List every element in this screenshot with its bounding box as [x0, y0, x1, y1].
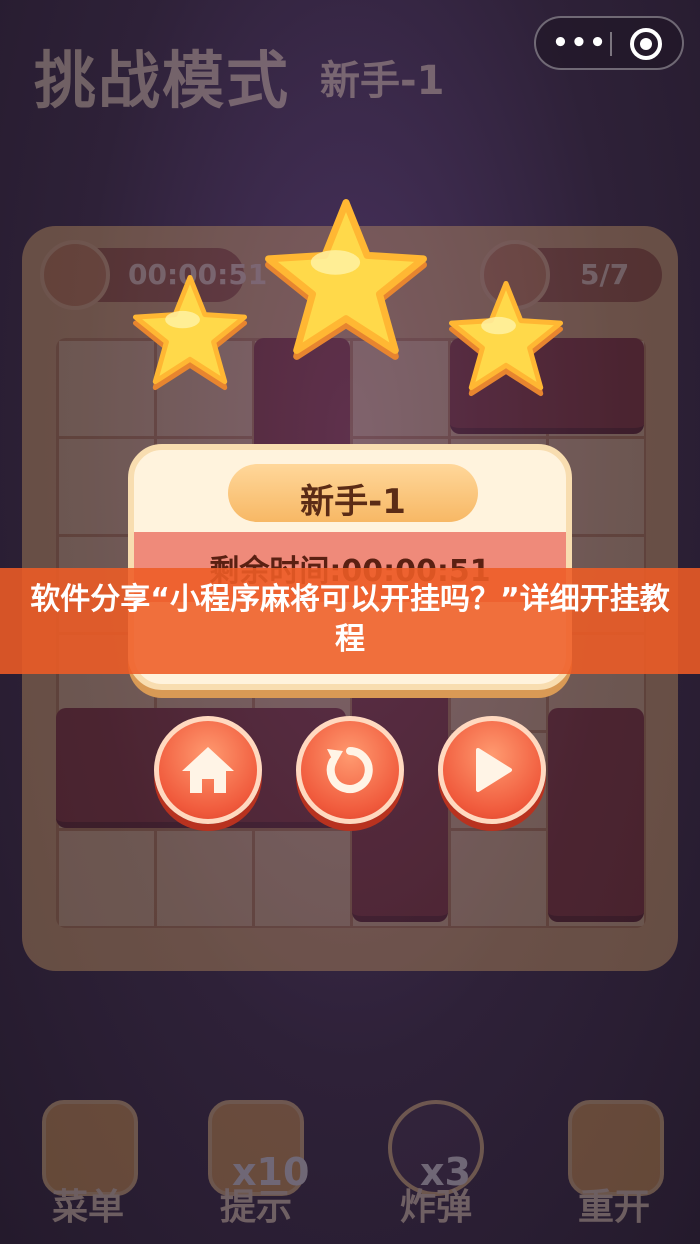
menu-tool-label: 菜单	[52, 1187, 125, 1228]
caption-banner: 软件分享“小程序麻将可以开挂吗？”详细开挂教程	[0, 568, 700, 674]
play-icon	[476, 748, 512, 792]
close-target-icon[interactable]	[630, 28, 662, 60]
star-icon	[132, 274, 248, 385]
star-icon	[448, 280, 564, 391]
home-icon	[182, 747, 234, 793]
star-icon	[265, 199, 427, 354]
game-screen: 挑战模式 新手-1 00:00:51 5/7 菜单 x10 提示 x3 炸弹 重…	[0, 0, 700, 1244]
restart-icon	[326, 747, 373, 793]
result-level-name: 新手-1	[300, 482, 406, 522]
restart-button[interactable]	[296, 716, 404, 824]
mode-title: 挑战模式	[34, 44, 291, 117]
home-button[interactable]	[154, 716, 262, 824]
progress-value: 5/7	[580, 258, 630, 291]
next-level-button[interactable]	[438, 716, 546, 824]
capsule-divider	[610, 32, 612, 56]
level-title: 新手-1	[320, 58, 445, 104]
miniprogram-capsule: •••	[534, 16, 684, 70]
level-name-pill: 新手-1	[228, 464, 478, 522]
caption-text: 软件分享“小程序麻将可以开挂吗？”详细开挂教程	[30, 582, 670, 657]
puzzle-block[interactable]	[548, 708, 644, 922]
bomb-tool-label: 炸弹	[400, 1187, 473, 1228]
more-button[interactable]: •••	[552, 26, 608, 60]
hint-tool-label: 提示	[220, 1187, 293, 1228]
clock-icon	[40, 240, 110, 310]
restart-tool-label: 重开	[578, 1187, 651, 1228]
